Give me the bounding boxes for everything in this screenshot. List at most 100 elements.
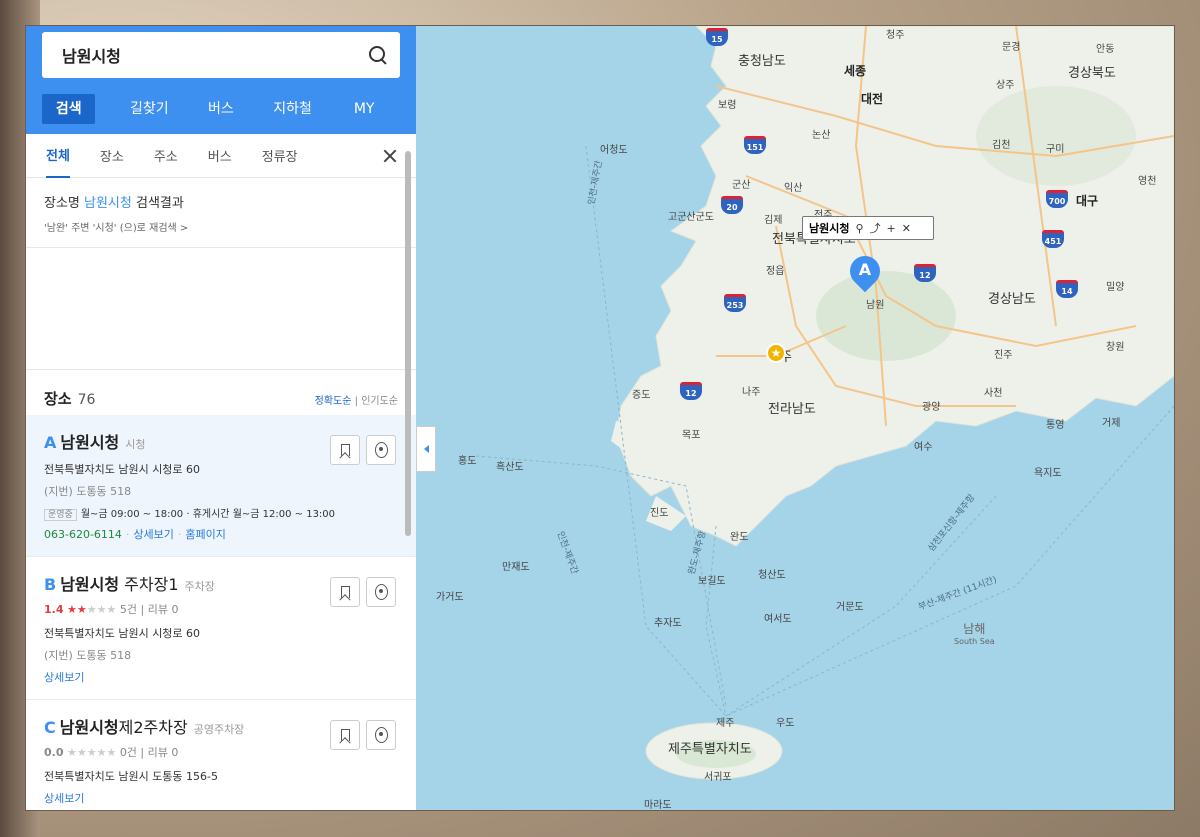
star-icon[interactable]: ★ — [766, 343, 786, 363]
bookmark-button[interactable] — [330, 435, 360, 465]
sea-label-en: South Sea — [954, 637, 995, 646]
route-button[interactable] — [366, 577, 396, 607]
detail-link[interactable]: 상세보기 — [44, 792, 84, 805]
item-actions — [330, 577, 396, 607]
map-label: 경상북도 — [1068, 66, 1116, 81]
map-label: 광양 — [922, 402, 941, 413]
map-label: 여서도 — [764, 614, 792, 625]
highway-shield: 700 — [1046, 190, 1068, 208]
location-marker[interactable]: A — [843, 249, 887, 298]
popup-label: 남원시청 — [809, 222, 850, 235]
map-label: 충청남도 — [738, 54, 786, 69]
search-header: 검색 길찾기 버스 지하철 MY — [26, 26, 416, 134]
places-count: 76 — [77, 392, 96, 408]
collapse-sidebar-button[interactable] — [416, 426, 436, 472]
map-label: 구미 — [1046, 144, 1065, 155]
place-popup[interactable]: 남원시청 ⚲ ⤴ + ✕ — [802, 216, 934, 240]
place-category: 주차장 — [184, 580, 215, 593]
homepage-link[interactable]: 홈페이지 — [185, 528, 225, 541]
tab-all[interactable]: 전체 — [46, 133, 70, 178]
highway-shield: 151 — [744, 136, 766, 154]
map-label: 욕지도 — [1034, 468, 1062, 479]
close-icon[interactable] — [382, 148, 398, 164]
map-app-window: 검색 길찾기 버스 지하철 MY 전체 장소 주소 버스 정류장 장소명 남원시… — [26, 26, 1174, 810]
map-label: 흑산도 — [496, 462, 524, 473]
result-info: 장소명 남원시청 검색결과 '남완' 주변 '시청' (으)로 재검색 > — [26, 178, 416, 248]
map-label: 익산 — [784, 183, 803, 194]
map-label: 안동 — [1096, 44, 1115, 55]
route-icon[interactable]: ⤴ — [870, 220, 881, 236]
hours-text: 월~금 09:00 ~ 18:00 · 휴게시간 월~금 12:00 ~ 13:… — [80, 509, 336, 520]
sort-options: 정확도순 | 인기도순 — [314, 396, 398, 407]
map-label: 영천 — [1138, 176, 1157, 187]
map-label: 남원 — [866, 300, 885, 311]
rating-stars: ★★★★★ — [67, 603, 117, 616]
pin-icon — [374, 584, 388, 600]
map-label: 거문도 — [836, 602, 864, 613]
tab-address[interactable]: 주소 — [154, 134, 178, 177]
rating-score: 1.4 — [44, 603, 64, 616]
rating-score: 0.0 — [44, 746, 64, 759]
sea-label: 남해 South Sea — [954, 620, 995, 646]
place-letter: B — [44, 575, 57, 594]
item-actions — [330, 720, 396, 750]
route-button[interactable] — [366, 435, 396, 465]
rating-count: 5건 — [119, 603, 137, 616]
marker-letter: A — [858, 260, 872, 279]
sort-accuracy[interactable]: 정확도순 — [315, 396, 352, 407]
place-phone[interactable]: 063-620-6114 — [44, 528, 122, 541]
pin-icon[interactable]: ⚲ — [855, 222, 863, 235]
detail-link[interactable]: 상세보기 — [133, 528, 173, 541]
search-icon[interactable] — [368, 45, 388, 65]
sidebar: 검색 길찾기 버스 지하철 MY 전체 장소 주소 버스 정류장 장소명 남원시… — [26, 26, 416, 810]
resuggest-link[interactable]: '남완' 주변 '시청' (으)로 재검색 > — [44, 219, 398, 234]
nav-directions[interactable]: 길찾기 — [113, 94, 185, 124]
place-name-rest: 제2주차장 — [118, 718, 188, 737]
result-tabs: 전체 장소 주소 버스 정류장 — [26, 134, 416, 178]
highway-shield: 451 — [1042, 230, 1064, 248]
map-label: 김제 — [764, 215, 783, 226]
nav-bus[interactable]: 버스 — [185, 94, 257, 124]
map-label: 제주 — [716, 718, 735, 729]
place-address: 전북특별자치도 남원시 도통동 156-5 — [44, 770, 219, 783]
close-icon[interactable]: ✕ — [902, 222, 911, 235]
list-item[interactable]: C 남원시청제2주차장 공영주차장 0.0 ★★★★★ 0건 | 리뷰 0 전북특별… — [26, 700, 416, 810]
map-label: 대전 — [861, 92, 884, 106]
tab-bus[interactable]: 버스 — [208, 134, 232, 177]
highway-shield: 253 — [724, 294, 746, 312]
list-item[interactable]: A 남원시청 시청 전북특별자치도 남원시 시청로 60 (지번) 도통동 518 … — [26, 415, 416, 557]
place-links: 063-620-6114 · 상세보기 · 홈페이지 — [44, 528, 226, 541]
sort-popular[interactable]: 인기도순 — [361, 396, 398, 407]
tab-place[interactable]: 장소 — [100, 134, 124, 177]
route-button[interactable] — [366, 720, 396, 750]
pin-icon — [374, 727, 388, 743]
nav-subway[interactable]: 지하철 — [257, 94, 329, 124]
place-links: 상세보기 — [44, 790, 398, 806]
search-input[interactable] — [62, 45, 368, 65]
bookmark-icon — [340, 444, 350, 456]
bookmark-button[interactable] — [330, 720, 360, 750]
places-title: 장소 — [44, 390, 72, 408]
sidebar-scrollbar[interactable] — [405, 151, 411, 536]
plus-icon[interactable]: + — [887, 222, 896, 235]
detail-link[interactable]: 상세보기 — [44, 671, 84, 684]
nav-my[interactable]: MY — [328, 94, 400, 124]
highway-shield: 15 — [706, 28, 728, 46]
map-label: 통영 — [1046, 420, 1065, 431]
map-label: 진도 — [650, 508, 669, 519]
map-label: 거제 — [1102, 418, 1121, 429]
search-box — [42, 32, 400, 78]
map-label: 어청도 — [600, 145, 628, 156]
bookmark-button[interactable] — [330, 577, 360, 607]
hours-tag: 운영중 — [44, 509, 77, 521]
bookmark-icon — [340, 586, 350, 598]
map-label: 제주특별자치도 — [668, 742, 752, 757]
map-label: 진주 — [994, 350, 1013, 361]
list-item[interactable]: B 남원시청 주차장1 주차장 1.4 ★★★★★ 5건 | 리뷰 0 전북특별자치… — [26, 557, 416, 700]
tab-stop[interactable]: 정류장 — [262, 134, 298, 177]
nav-search[interactable]: 검색 — [42, 94, 96, 124]
result-suffix: 검색결과 — [131, 196, 184, 211]
map-label: 마라도 — [644, 800, 672, 810]
map-canvas[interactable]: 15 151 20 253 12 12 700 451 14 충청남도 청주 세… — [416, 26, 1174, 810]
map-label: 가거도 — [436, 592, 464, 603]
